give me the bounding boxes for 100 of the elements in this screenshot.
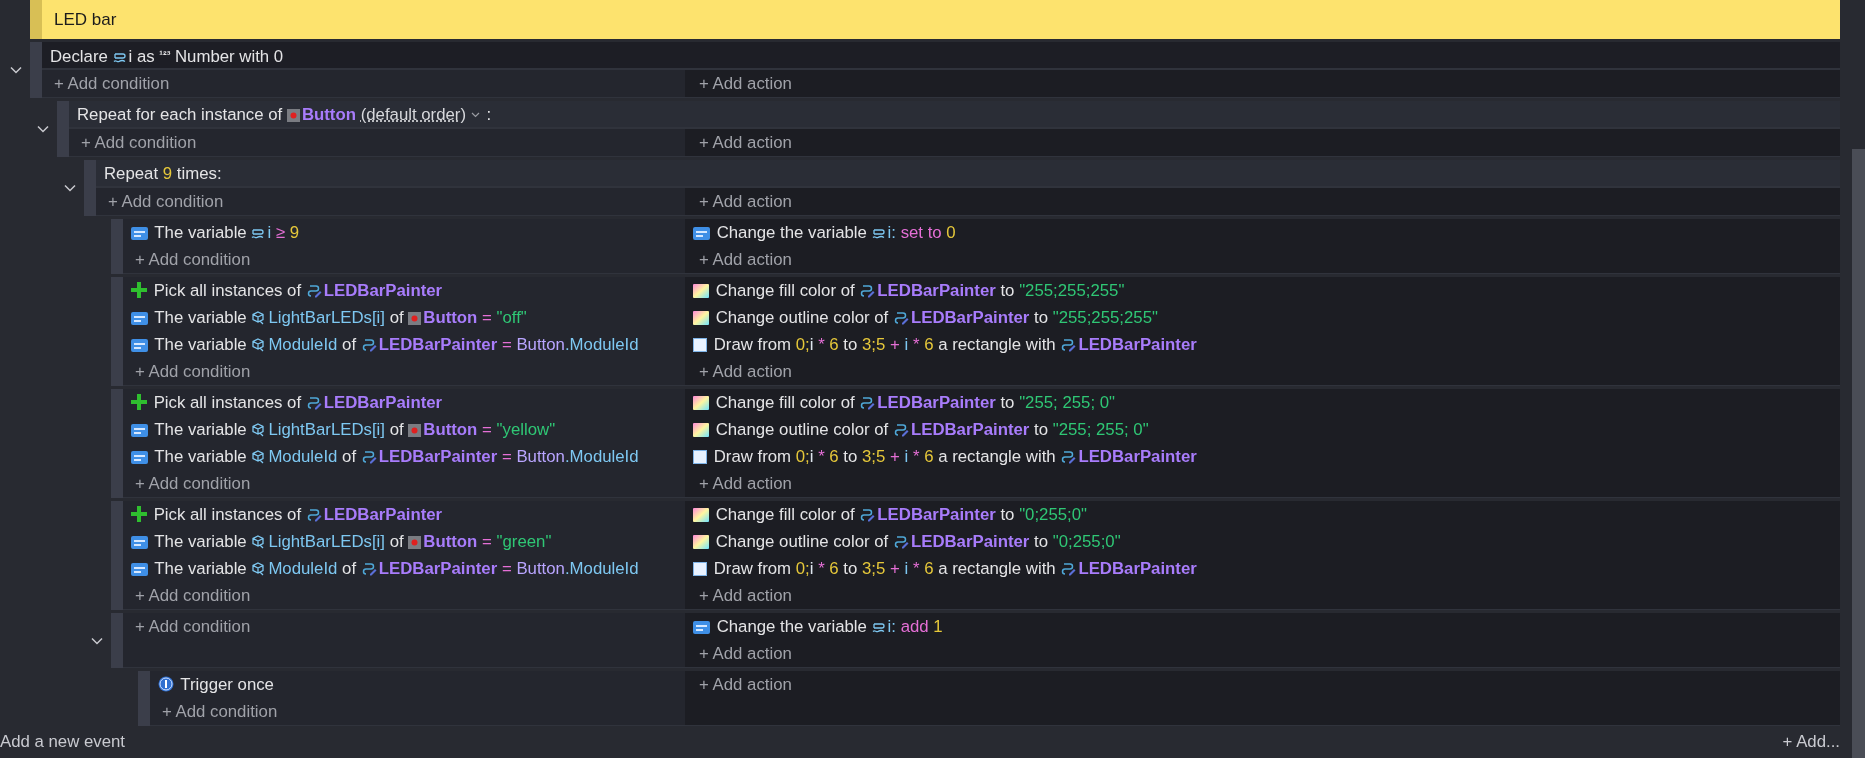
order-option[interactable]: (default order) [360,105,467,124]
variable-symbol-icon [112,52,127,64]
operator: = [482,532,492,551]
number-value: 6 [829,335,839,354]
drag-handle[interactable] [111,219,123,274]
instruction-text: Change fill color of [715,281,855,300]
brush-icon [1060,336,1077,352]
instruction-text: to [1000,393,1015,412]
dot-square-icon [408,536,422,549]
number-value: 3;5 [862,559,886,578]
operator: = [482,420,492,439]
add-button[interactable]: + Add condition [54,74,170,93]
variable-name: i [904,559,909,578]
variable-icon [131,227,148,240]
instruction-text: Number with 0 [175,47,284,66]
number-value: 3;5 [862,335,886,354]
add-button[interactable]: + Add condition [135,250,251,269]
instruction-text: Draw from [713,447,792,466]
instruction-text: to [1034,308,1049,327]
object-name: LEDBarPainter [877,393,996,412]
instruction-text: Change outline color of [715,308,889,327]
chevron-down-icon[interactable] [90,636,103,645]
chevron-down-icon[interactable] [36,125,49,133]
instruction-text: Declare [50,47,108,66]
chevron-down-icon[interactable] [9,66,22,74]
add-button[interactable]: + Add condition [135,586,251,605]
operator: + [890,559,900,578]
instruction-text: of [342,559,357,578]
drag-handle[interactable] [30,0,42,39]
operator: + [890,447,900,466]
variable-name: i [904,335,909,354]
variable-icon [131,536,148,549]
string-value: "0;255;0" [1052,532,1121,551]
chevron-down-icon[interactable] [63,184,76,192]
drag-handle[interactable] [111,277,123,386]
add-button[interactable]: + Add condition [108,192,224,211]
drag-handle[interactable] [138,671,150,726]
object-name: LEDBarPainter [1078,447,1197,466]
plus-icon [131,506,147,522]
string-value: "0;255;0" [1019,505,1088,524]
drag-handle[interactable] [57,101,69,157]
add-button[interactable]: + Add condition [135,474,251,493]
add-button[interactable]: + Add condition [135,617,251,636]
instruction-text: to [843,559,858,578]
drag-handle[interactable] [111,501,123,610]
scrollbar-thumb[interactable] [1852,149,1865,758]
object-name: LEDBarPainter [323,505,443,524]
variable-symbol-icon [251,228,266,240]
add-button[interactable]: + Add action [699,362,792,381]
type-label: ¹²³ [159,49,171,61]
add-button[interactable]: + Add action [699,586,792,605]
instruction-text: to [1034,420,1049,439]
add-button[interactable]: + Add action [699,74,792,93]
expression: Button [516,559,565,578]
object-name: LEDBarPainter [1078,335,1197,354]
brush-icon [305,282,322,298]
add-button[interactable]: + Add action [699,675,792,694]
plus-icon [131,394,147,410]
brush-icon [305,506,322,522]
brush-icon [1060,448,1077,464]
drag-handle[interactable] [30,42,42,98]
instruction-text: Change outline color of [715,532,889,551]
drag-handle[interactable] [84,160,96,216]
drag-handle[interactable] [111,613,123,668]
add-button[interactable]: + Add action [699,474,792,493]
instruction-text: Pick all instances of [153,505,302,524]
number-value: 6 [924,559,934,578]
number-value: 0 [946,223,956,242]
expression: Button [516,335,565,354]
color-swatch-icon [693,311,709,325]
variable-symbol-icon [871,622,886,634]
add-button[interactable]: + Add condition [135,362,251,381]
expression: i [809,447,814,466]
add-button[interactable]: + Add action [699,250,792,269]
expression: .ModuleId [564,335,639,354]
color-swatch-icon [693,396,709,410]
add-button[interactable]: + Add action [699,192,792,211]
add-event-link[interactable]: Add a new event [0,732,125,752]
brush-icon [859,282,876,298]
variable-name: LightBarLEDs[i] [268,420,385,439]
add-button[interactable]: + Add condition [81,133,197,152]
instruction-text: The variable [154,532,247,551]
operator: = [501,447,512,466]
instruction-text: a rectangle with [938,559,1056,578]
instruction-text: Change the variable [716,223,867,242]
dot-square-icon [286,109,300,122]
add-button[interactable]: + Add condition [162,702,278,721]
drag-handle[interactable] [111,389,123,498]
instruction-text: Draw from [713,559,792,578]
object-name: LEDBarPainter [877,281,996,300]
variable-name: LightBarLEDs[i] [268,308,385,327]
add-button[interactable]: + Add action [699,644,792,663]
string-value: "255; 255; 0" [1019,393,1116,412]
object-name: LEDBarPainter [323,281,443,300]
string-value: "green" [496,532,552,551]
add-link[interactable]: + Add... [1782,732,1840,752]
brush-icon [1060,560,1077,576]
add-button[interactable]: + Add action [699,133,792,152]
instruction-text: of [389,532,404,551]
operator: + [890,335,900,354]
